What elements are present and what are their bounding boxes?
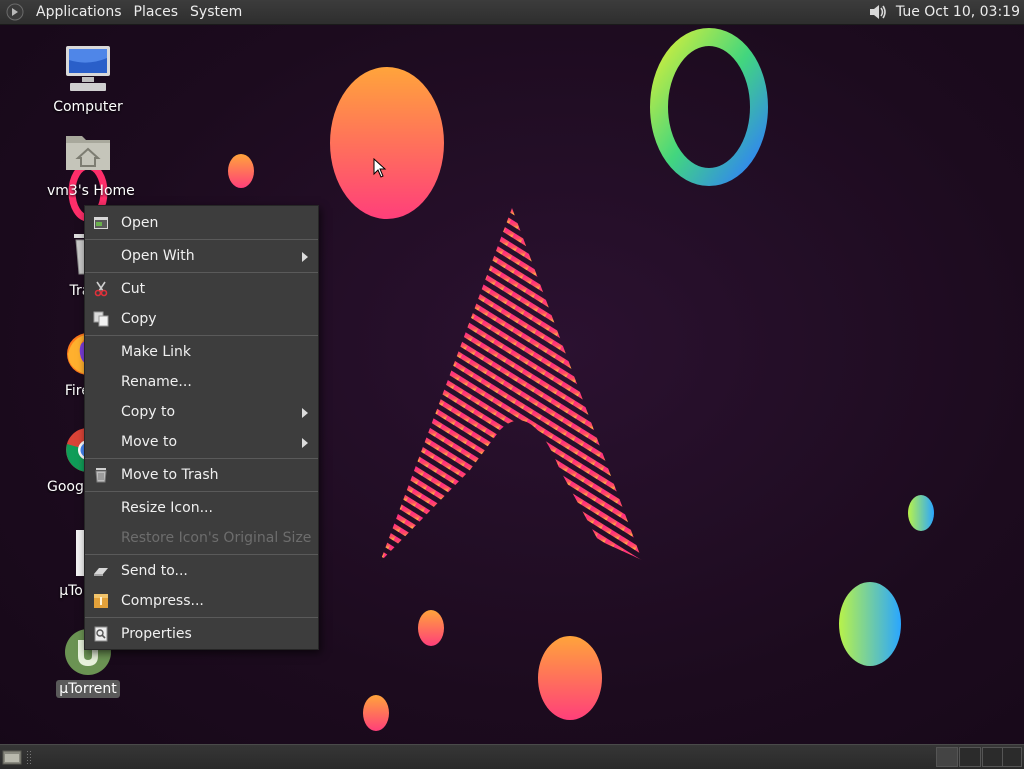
menu-item-open-with[interactable]: Open With (85, 241, 318, 271)
menu-separator (85, 272, 318, 273)
places-menu[interactable]: Places (128, 0, 185, 24)
home-folder-icon (66, 136, 110, 170)
menu-item-compress[interactable]: Compress... (85, 586, 318, 616)
menu-item-label: Move to (121, 434, 178, 450)
scissors-icon (94, 281, 108, 297)
menu-separator (85, 239, 318, 240)
menu-separator (85, 491, 318, 492)
menu-item-cut[interactable]: Cut (85, 274, 318, 304)
menu-item-resize-icon[interactable]: Resize Icon... (85, 493, 318, 523)
gnome-foot-icon[interactable] (6, 3, 24, 21)
menu-separator (85, 554, 318, 555)
menu-item-restore-icon-size: Restore Icon's Original Size (85, 523, 318, 553)
menu-separator (85, 617, 318, 618)
archive-icon (94, 594, 108, 608)
menu-item-label: Copy (121, 311, 157, 327)
desktop-icon-label: µTorrent (56, 680, 120, 698)
menu-item-label: Cut (121, 281, 146, 297)
system-menu[interactable]: System (184, 0, 248, 24)
menu-item-copy[interactable]: Copy (85, 304, 318, 334)
desktop-icon-computer[interactable]: Computer (44, 44, 132, 116)
menu-item-label: Copy to (121, 404, 176, 420)
menu-item-make-link[interactable]: Make Link (85, 337, 318, 367)
speaker-icon[interactable] (866, 1, 888, 23)
copy-icon (93, 311, 109, 327)
workspace-3[interactable] (982, 747, 1004, 767)
submenu-arrow-icon (302, 438, 308, 448)
desktop-icon-label: vm3's Home (47, 183, 135, 199)
panel-handle[interactable] (26, 750, 32, 764)
desktop-icon-label: Computer (53, 99, 123, 115)
menu-item-label: Open With (121, 248, 195, 264)
menu-item-label: Rename... (121, 374, 192, 390)
menu-item-copy-to[interactable]: Copy to (85, 397, 318, 427)
properties-icon (94, 626, 108, 642)
menu-item-label: Restore Icon's Original Size (121, 530, 312, 546)
bottom-panel (0, 744, 1024, 769)
submenu-arrow-icon (302, 252, 308, 262)
send-icon (94, 568, 108, 576)
menu-item-label: Compress... (121, 593, 204, 609)
open-icon (94, 217, 108, 229)
menu-item-send-to[interactable]: Send to... (85, 556, 318, 586)
top-panel: Applications Places System Tue Oct 10, 0… (0, 0, 1024, 25)
applications-menu[interactable]: Applications (30, 0, 128, 24)
workspace-1[interactable] (936, 747, 958, 767)
menu-item-move-to[interactable]: Move to (85, 427, 318, 457)
clock[interactable]: Tue Oct 10, 03:19 (896, 4, 1020, 20)
show-desktop-icon[interactable] (2, 748, 22, 766)
desktop-icon-home[interactable]: vm3's Home (44, 128, 135, 200)
workspace-2[interactable] (959, 747, 981, 767)
menu-item-label: Open (121, 215, 159, 231)
menu-separator (85, 458, 318, 459)
mouse-pointer-icon (373, 158, 387, 178)
trash-icon (95, 468, 107, 483)
menu-item-open[interactable]: Open (85, 208, 318, 238)
menu-separator (85, 335, 318, 336)
workspace-4[interactable] (1002, 747, 1022, 767)
menu-item-rename[interactable]: Rename... (85, 367, 318, 397)
menu-item-move-to-trash[interactable]: Move to Trash (85, 460, 318, 490)
computer-icon (66, 46, 110, 91)
menu-item-label: Make Link (121, 344, 191, 360)
context-menu: Open Open With Cut Copy Make Link Rename… (84, 205, 319, 650)
submenu-arrow-icon (302, 408, 308, 418)
menu-item-label: Properties (121, 626, 192, 642)
menu-item-label: Send to... (121, 563, 188, 579)
menu-item-label: Resize Icon... (121, 500, 213, 516)
menu-item-properties[interactable]: Properties (85, 619, 318, 649)
menu-item-label: Move to Trash (121, 467, 219, 483)
